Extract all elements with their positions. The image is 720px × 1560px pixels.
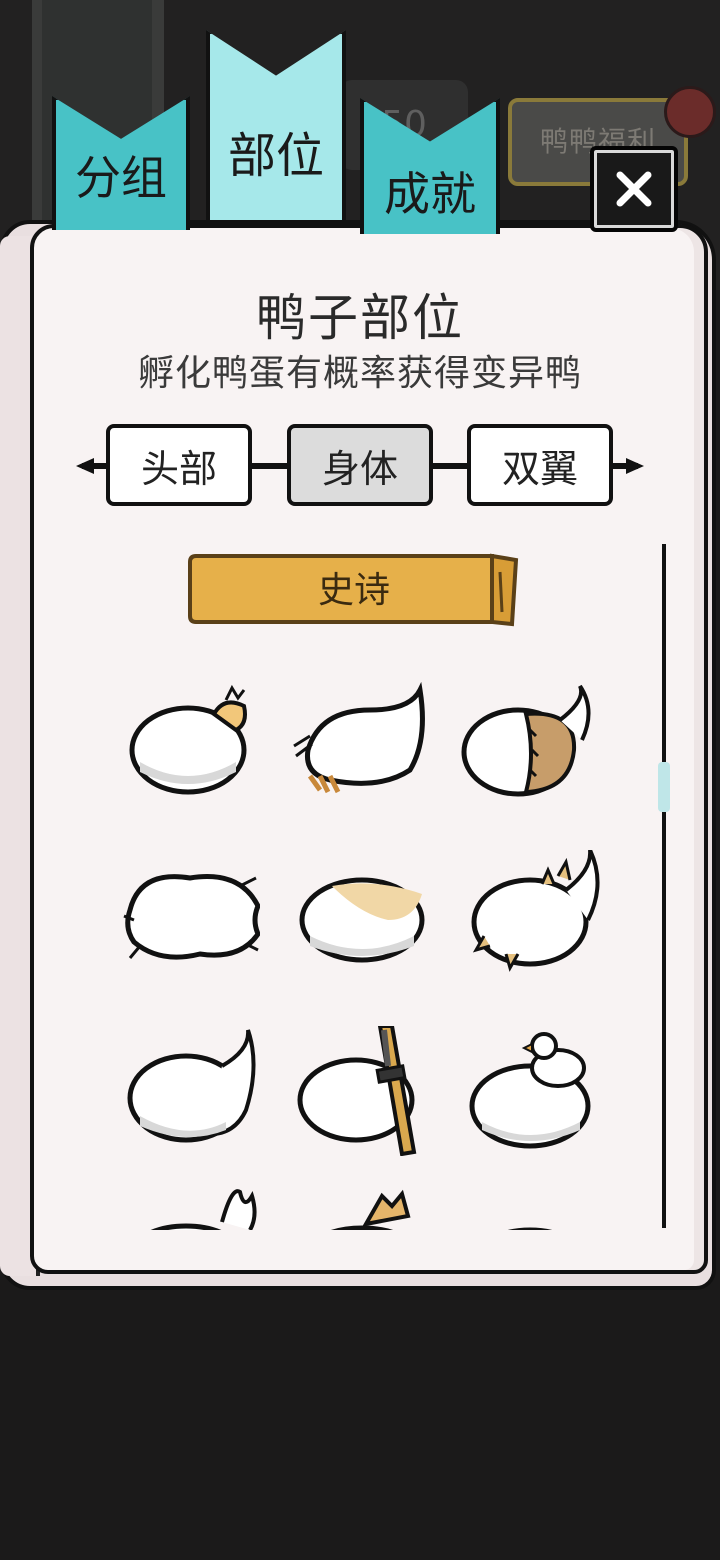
shaggy-body-icon xyxy=(123,874,261,960)
body-item[interactable] xyxy=(126,1026,266,1156)
notification-dot xyxy=(664,86,716,138)
partial-body-icon xyxy=(508,1227,552,1230)
body-item[interactable] xyxy=(466,1026,606,1156)
panel-title: 鸭子部位 xyxy=(256,289,464,347)
tab-achievements-label: 成就 xyxy=(384,167,476,221)
plain-tail-body-icon xyxy=(127,1029,256,1143)
fluffy-bow-body-icon xyxy=(129,684,247,795)
list-scrollbar-thumb[interactable] xyxy=(658,762,670,812)
part-button-head[interactable]: 头部 xyxy=(106,424,252,506)
rarity-banner-label: 史诗 xyxy=(317,570,390,611)
katana-body-icon xyxy=(297,1024,417,1157)
body-item[interactable] xyxy=(126,1186,266,1230)
body-item[interactable] xyxy=(120,850,261,980)
body-item[interactable] xyxy=(466,1186,606,1230)
body-item[interactable] xyxy=(296,850,436,980)
part-button-wings[interactable]: 双翼 xyxy=(467,424,613,506)
part-button-body[interactable]: 身体 xyxy=(287,424,433,506)
close-icon xyxy=(616,171,652,207)
claw-feather-body-icon xyxy=(293,681,425,794)
body-item[interactable] xyxy=(456,680,596,810)
selector-cap-right xyxy=(626,458,644,474)
duckling-rider-body-icon xyxy=(469,1032,591,1149)
tab-group-label: 分组 xyxy=(75,151,167,205)
list-scrollbar[interactable] xyxy=(662,544,666,1228)
close-button[interactable] xyxy=(590,146,678,232)
body-item[interactable] xyxy=(296,1024,436,1157)
tab-parts-label: 部位 xyxy=(227,128,324,184)
body-item[interactable] xyxy=(296,1186,436,1230)
body-item[interactable] xyxy=(466,849,606,980)
body-item[interactable] xyxy=(290,680,430,810)
partial-body-icon xyxy=(331,1189,411,1230)
patched-body-icon xyxy=(461,684,591,797)
cream-spotted-body-icon xyxy=(299,877,425,963)
body-parts-list[interactable]: 史诗 xyxy=(100,540,660,1230)
panel-subtitle: 孵化鸭蛋有概率获得变异鸭 xyxy=(137,353,582,394)
partial-body-icon xyxy=(150,1189,257,1230)
body-item[interactable] xyxy=(126,680,266,810)
spiked-body-icon xyxy=(471,849,600,972)
selector-cap-left xyxy=(76,458,94,474)
